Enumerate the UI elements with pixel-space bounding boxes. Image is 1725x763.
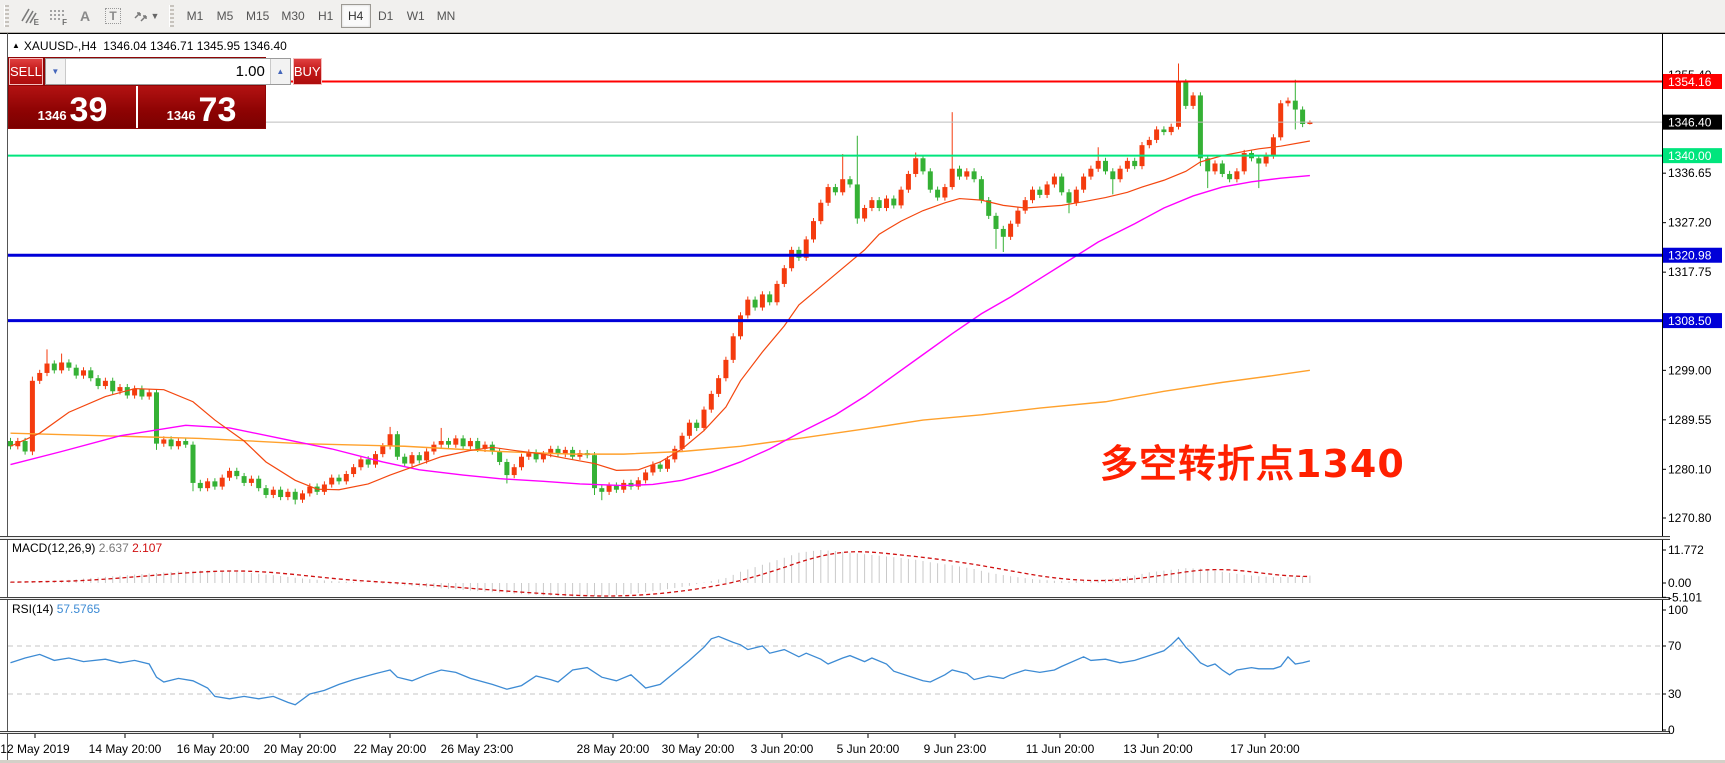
buy-price-small: 1346 <box>167 108 196 123</box>
symbol-ohlc-row: ▲ XAUUSD-,H4 1346.04 1346.71 1345.95 1346… <box>12 39 287 53</box>
rsi-tick: 70 <box>1668 639 1682 653</box>
price-tick: 1270.80 <box>1668 511 1712 525</box>
svg-text:1346.40: 1346.40 <box>1668 116 1712 130</box>
svg-text:1354.16: 1354.16 <box>1668 75 1712 89</box>
volume-increase-button[interactable]: ▲ <box>270 59 290 84</box>
time-label: 30 May 20:00 <box>662 742 735 756</box>
time-label: 3 Jun 20:00 <box>751 742 814 756</box>
volume-spinner: ▼ ▲ <box>45 58 291 85</box>
rsi-tick: 0 <box>1668 723 1675 737</box>
svg-text:1320.98: 1320.98 <box>1668 249 1712 263</box>
sell-price-big: 39 <box>70 92 108 128</box>
price-tick: 1280.10 <box>1668 462 1712 476</box>
time-label: 17 Jun 20:00 <box>1230 742 1300 756</box>
tool-f-letter: F <box>62 18 67 27</box>
time-label: 14 May 20:00 <box>89 742 162 756</box>
sell-price-small: 1346 <box>38 108 67 123</box>
arrows-glyph <box>133 8 149 24</box>
timeframe-button-h4[interactable]: H4 <box>341 4 371 28</box>
one-click-trade-panel: SELL ▼ ▲ BUY 1346 39 1346 73 <box>8 57 266 129</box>
svg-text:1340.00: 1340.00 <box>1668 149 1712 163</box>
tool-e-letter: E <box>34 18 39 27</box>
timeframe-button-m1[interactable]: M1 <box>180 4 210 28</box>
rsi-tick: 100 <box>1668 603 1688 617</box>
price-tick: 1289.55 <box>1668 413 1712 427</box>
tool-e-icon[interactable]: E <box>16 4 42 28</box>
time-label: 12 May 2019 <box>0 742 70 756</box>
timeframe-button-mn[interactable]: MN <box>431 4 462 28</box>
macd-tick: 0.00 <box>1668 576 1692 590</box>
sell-button[interactable]: SELL <box>9 58 43 85</box>
time-label: 9 Jun 23:00 <box>924 742 987 756</box>
tool-f-icon[interactable]: F <box>44 4 70 28</box>
annotation-text: 多空转折点1340 <box>1100 433 1405 488</box>
timeframe-toolbar: M1M5M15M30H1H4D1W1MN <box>180 4 461 28</box>
price-tick: 1336.65 <box>1668 166 1712 180</box>
time-label: 11 Jun 20:00 <box>1026 742 1095 756</box>
svg-text:1308.50: 1308.50 <box>1668 314 1712 328</box>
buy-button[interactable]: BUY <box>293 58 322 85</box>
mt4-terminal: E F A T ▼ M1M5M15M30 <box>0 0 1725 763</box>
toolbar: E F A T ▼ M1M5M15M30 <box>0 0 1725 33</box>
price-tick: 1299.00 <box>1668 363 1712 377</box>
macd-label-row: MACD(12,26,9) 2.637 2.107 <box>12 541 162 555</box>
macd-main-value: 2.637 <box>99 541 129 555</box>
macd-signal-value: 2.107 <box>132 541 162 555</box>
time-label: 16 May 20:00 <box>177 742 250 756</box>
text-label-letter: A <box>80 8 90 24</box>
buy-price-tile[interactable]: 1346 73 <box>138 86 265 128</box>
symbol-title: XAUUSD-,H4 <box>24 39 97 53</box>
ohlc-values: 1346.04 1346.71 1345.95 1346.40 <box>103 39 287 53</box>
toolbar-grip-2[interactable] <box>169 5 174 27</box>
timeframe-button-h1[interactable]: H1 <box>311 4 341 28</box>
macd-tick: 11.772 <box>1668 543 1704 557</box>
text-label-icon[interactable]: A <box>72 4 98 28</box>
timeframe-button-m30[interactable]: M30 <box>275 4 310 28</box>
chevron-down-icon: ▼ <box>151 11 160 21</box>
rsi-name: RSI(14) <box>12 602 53 616</box>
text-box-icon[interactable]: T <box>100 4 126 28</box>
chart-canvas[interactable]: 1355.401336.651327.201317.751299.001289.… <box>0 33 1725 763</box>
toolbar-grip[interactable] <box>4 5 9 27</box>
rsi-label-row: RSI(14) 57.5765 <box>12 602 100 616</box>
arrow-tools-icon[interactable]: ▼ <box>128 4 164 28</box>
time-label: 5 Jun 20:00 <box>837 742 900 756</box>
macd-name: MACD(12,26,9) <box>12 541 95 555</box>
sell-price-tile[interactable]: 1346 39 <box>9 86 138 128</box>
timeframe-button-m5[interactable]: M5 <box>210 4 240 28</box>
time-label: 20 May 20:00 <box>264 742 337 756</box>
text-box-letter: T <box>105 8 120 24</box>
time-label: 13 Jun 20:00 <box>1123 742 1193 756</box>
rsi-value: 57.5765 <box>57 602 100 616</box>
rsi-tick: 30 <box>1668 687 1682 701</box>
timeframe-button-m15[interactable]: M15 <box>240 4 275 28</box>
timeframe-button-d1[interactable]: D1 <box>371 4 401 28</box>
volume-decrease-button[interactable]: ▼ <box>46 59 66 84</box>
time-label: 28 May 20:00 <box>577 742 650 756</box>
buy-price-big: 73 <box>199 92 237 128</box>
time-label: 22 May 20:00 <box>354 742 427 756</box>
time-label: 26 May 23:00 <box>441 742 514 756</box>
price-tick: 1317.75 <box>1668 265 1712 279</box>
volume-input[interactable] <box>66 59 270 84</box>
timeframe-button-w1[interactable]: W1 <box>401 4 431 28</box>
price-tick: 1327.20 <box>1668 216 1712 230</box>
chart-window: 1355.401336.651327.201317.751299.001289.… <box>0 33 1725 763</box>
collapse-triangle-icon[interactable]: ▲ <box>12 41 20 50</box>
